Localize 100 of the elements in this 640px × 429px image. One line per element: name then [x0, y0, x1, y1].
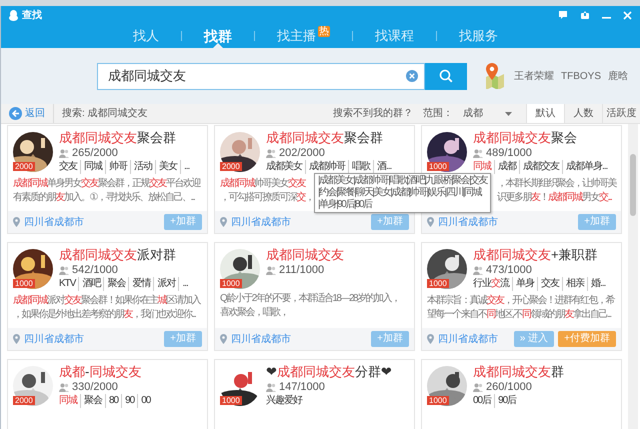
member-count: 330/2000 [72, 380, 118, 394]
location-link[interactable]: 四川省成都市 [24, 214, 84, 230]
tag: 00后 [473, 394, 494, 408]
nav-tab[interactable]: 找群 [182, 24, 254, 48]
members-icon [473, 266, 483, 274]
search-icon [439, 69, 453, 83]
group-title[interactable]: 成都同城交友 [266, 247, 409, 263]
tag: 成都 [494, 160, 519, 174]
join-button[interactable]: +加群 [164, 214, 202, 230]
level-badge: 1000 [427, 279, 449, 288]
tag: 单身 [512, 277, 537, 291]
tag: 美女 [155, 160, 180, 174]
search-button[interactable] [425, 62, 467, 90]
scrollbar[interactable] [628, 124, 638, 429]
group-title[interactable]: 成都同城交友派对群 [59, 247, 202, 263]
group-title[interactable]: 成都同城交友群 [473, 364, 616, 380]
location-link[interactable]: 四川省成都市 [24, 332, 84, 346]
tag: ... [178, 277, 191, 291]
nav-tab[interactable]: 找人 [111, 24, 181, 48]
tag: 00 [137, 394, 154, 408]
tag: 成都交友 [519, 160, 562, 174]
group-title[interactable]: 成都同城交友聚会群 [59, 130, 202, 146]
level-badge: 2000 [13, 396, 35, 405]
scope-dropdown[interactable]: 成都 [463, 106, 512, 121]
members-icon [266, 382, 276, 392]
member-count: 265/2000 [72, 146, 118, 160]
scrollbar-thumb[interactable] [630, 154, 636, 216]
group-title[interactable]: 成都-同城交友 [59, 364, 202, 380]
location-link[interactable]: 四川省成都市 [231, 214, 291, 230]
tag: 酒吧 [78, 277, 104, 291]
upload-icon[interactable] [580, 10, 590, 20]
level-badge: 1000 [427, 162, 449, 171]
nav-tab[interactable]: 找服务 [437, 24, 520, 48]
nav-tab[interactable]: 找主播 热 [255, 24, 352, 48]
members-icon [266, 148, 276, 158]
location-link[interactable]: 四川省成都市 [231, 332, 291, 346]
tag: 成都单身... [562, 160, 610, 174]
chat-icon[interactable] [558, 10, 568, 20]
level-badge: 2000 [220, 162, 242, 171]
tag: 90后 [494, 394, 520, 408]
location-pin-icon [220, 334, 227, 344]
member-count: 211/1000 [279, 263, 324, 277]
location-pin-icon [220, 217, 227, 227]
tag: 帅哥 [105, 160, 130, 174]
tag: 80 [105, 394, 122, 408]
location-pin-icon [13, 217, 20, 227]
level-badge: 2000 [13, 162, 35, 171]
tag: 聚会 [103, 277, 128, 291]
tag: 同城 [473, 160, 494, 174]
paid-join-button[interactable]: +付费加群 [558, 331, 616, 347]
tag: 同城 [80, 160, 105, 174]
group-title[interactable]: 成都同城交友聚会 [473, 130, 616, 146]
group-title[interactable]: ❤成都同城交友分群❤ [266, 364, 409, 380]
tag: 相亲 [562, 277, 587, 291]
level-badge: 1000 [220, 279, 242, 288]
location-link[interactable]: 四川省成都市 [438, 332, 498, 346]
join-button[interactable]: +加群 [371, 214, 409, 230]
location-link[interactable]: 四川省成都市 [438, 214, 498, 230]
group-description: 成都同城帅哥美女交友 ，可勾搭可撩质可深交， [220, 177, 314, 205]
join-button[interactable]: +加群 [164, 331, 202, 347]
map-pin-icon[interactable] [483, 63, 507, 89]
member-count: 542/1000 [72, 263, 118, 277]
nav-tab[interactable]: 找课程 [353, 24, 436, 48]
member-count: 202/2000 [279, 146, 325, 160]
sort-tab[interactable]: 默认 [526, 104, 564, 123]
member-count: 473/1000 [486, 263, 532, 277]
tag: 兴趣爱好 [266, 394, 305, 408]
hot-badge: 热 [318, 26, 330, 37]
tag: 行业交流 [473, 277, 512, 291]
hot-word[interactable]: 鹿晗 [608, 68, 628, 84]
close-icon[interactable] [623, 10, 632, 20]
not-found-link[interactable]: 搜索不到我的群？ [333, 106, 413, 121]
tags-tooltip: |成都美女|成都帅哥|唱歌|酒吧|九眼桥|聚会|交友 |约会|聚餐|聊天|美女|成都|帅哥|娱乐|四川|同城 |单身|90后|80后 [314, 173, 492, 213]
join-button[interactable]: +加群 [578, 214, 616, 230]
level-badge: 1000 [220, 396, 242, 405]
level-badge: 1000 [13, 279, 35, 288]
group-description: 成都同城派对交友聚会群！如果你在主城区请加入 ，如果你是外地出差考察的朋友，我们也欢迎你... [13, 294, 200, 322]
group-title[interactable]: 成都同城交友+兼职群 [473, 247, 616, 263]
tag: 90 [121, 394, 138, 408]
location-pin-icon [427, 217, 434, 227]
members-icon [59, 148, 69, 158]
group-description: 成都同城单身男女交友聚会群，正规交友平台欢迎 有素质的朋友加入。①，寻找快乐、放松自己、... [13, 177, 200, 205]
tag: 聚会 [80, 394, 105, 408]
clear-icon[interactable] [406, 70, 418, 82]
group-description: 本群宗旨：真诚交友，开心聚会！进群有红包，希 望每一个来自不同地区,不同领域的朋友拿出自己... [427, 294, 614, 322]
enter-button[interactable]: » 进入 [514, 331, 554, 347]
members-icon [59, 266, 69, 274]
tag: 交友 [59, 160, 80, 174]
back-arrow-icon [9, 107, 22, 120]
tag: 爱情 [128, 277, 154, 291]
hot-word[interactable]: TFBOYS [561, 68, 602, 84]
search-field[interactable]: 成都同城交友 [97, 62, 425, 90]
group-description: ，本群长期组织聚会，让帅哥美 识更多朋友！成都同城男女交... [497, 177, 616, 205]
tag: 同城 [59, 394, 80, 408]
hot-word[interactable]: 王者荣耀 [514, 68, 554, 84]
group-title[interactable]: 成都同城交友聚会群 [266, 130, 409, 146]
back-link[interactable]: 返回 [1, 104, 54, 123]
group-description: Q龄小于2年的不要，本群适合18—28岁的加入， 喜欢聚会，唱歌， [220, 292, 400, 320]
join-button[interactable]: +加群 [371, 331, 409, 347]
member-count: 489/1000 [486, 146, 532, 160]
